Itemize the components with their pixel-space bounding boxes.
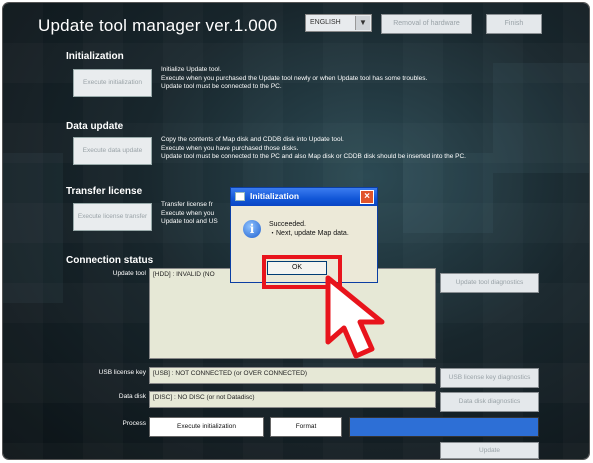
data-update-heading: Data update (66, 121, 124, 132)
execute-license-transfer-button[interactable]: Execute license transfer (73, 203, 152, 231)
transfer-license-heading: Transfer license (66, 186, 143, 197)
update-tool-label: Update tool (112, 270, 146, 277)
usb-license-key-label: USB license key (98, 369, 146, 376)
process-current-step: Execute initialization (149, 417, 264, 437)
data-disk-diagnostics-button[interactable]: Data disk diagnostics (440, 392, 539, 412)
execute-data-update-button[interactable]: Execute data update (73, 137, 152, 165)
data-disk-label: Data disk (118, 393, 146, 400)
dialog-title: Initialization (250, 191, 300, 201)
finish-button[interactable]: Finish (486, 14, 542, 34)
update-tool-diagnostics-button[interactable]: Update tool diagnostics (440, 273, 539, 293)
close-icon[interactable]: × (360, 190, 374, 204)
window-title: Update tool manager ver.1.000 (38, 16, 278, 35)
removal-of-hardware-button[interactable]: Removal of hardware (381, 14, 472, 34)
dialog-message-line: ・Next, update Map data. (269, 230, 349, 237)
dialog-message-line: Succeeded. (269, 221, 306, 228)
window-icon (235, 192, 245, 201)
desc-line: Initialize Update tool. (161, 66, 222, 73)
update-button[interactable]: Update (440, 442, 539, 459)
update-tool-value: [HDD] : INVALID (NO (153, 271, 215, 278)
desc-line: Update tool must be connected to the PC. (161, 83, 282, 90)
pointer-cursor-icon (325, 275, 385, 359)
desc-line: Update tool must be connected to the PC … (161, 153, 466, 160)
dialog-titlebar[interactable]: Initialization × (231, 188, 377, 206)
initialization-heading: Initialization (66, 51, 124, 62)
info-icon: i (243, 220, 261, 238)
bg-tile (493, 63, 589, 173)
bg-tile (3, 153, 63, 303)
desc-line: Execute when you purchased the Update to… (161, 74, 428, 82)
usb-license-key-status: [USB] : NOT CONNECTED (or OVER CONNECTED… (149, 367, 436, 384)
process-format-step: Format (270, 417, 342, 437)
bg-tile (403, 153, 493, 233)
desc-line: Execute when you (161, 209, 215, 217)
execute-initialization-button[interactable]: Execute initialization (73, 69, 152, 97)
process-progress-bar (349, 417, 539, 437)
desc-line: Copy the contents of Map disk and CDDB d… (161, 136, 344, 143)
desc-line: Transfer license fr (161, 201, 213, 208)
data-update-description: Copy the contents of Map disk and CDDB d… (161, 136, 466, 162)
desc-line: Update tool and US (161, 218, 218, 225)
process-label: Process (122, 420, 146, 427)
data-disk-status: [DISC] : NO DISC (or not Datadisc) (149, 391, 436, 408)
desc-line: Execute when you have purchased those di… (161, 144, 299, 152)
chevron-down-icon[interactable]: ▼ (355, 16, 370, 30)
initialization-description: Initialize Update tool. Execute when you… (161, 66, 427, 92)
transfer-license-description: Transfer license fr Execute when you Upd… (161, 201, 218, 227)
dialog-message: Succeeded. ・Next, update Map data. (269, 220, 349, 238)
language-value: ENGLISH (310, 19, 341, 26)
language-select[interactable]: ENGLISH ▼ (305, 14, 372, 32)
connection-status-heading: Connection status (66, 255, 154, 266)
usb-license-key-diagnostics-button[interactable]: USB license key diagnostics (440, 368, 539, 388)
